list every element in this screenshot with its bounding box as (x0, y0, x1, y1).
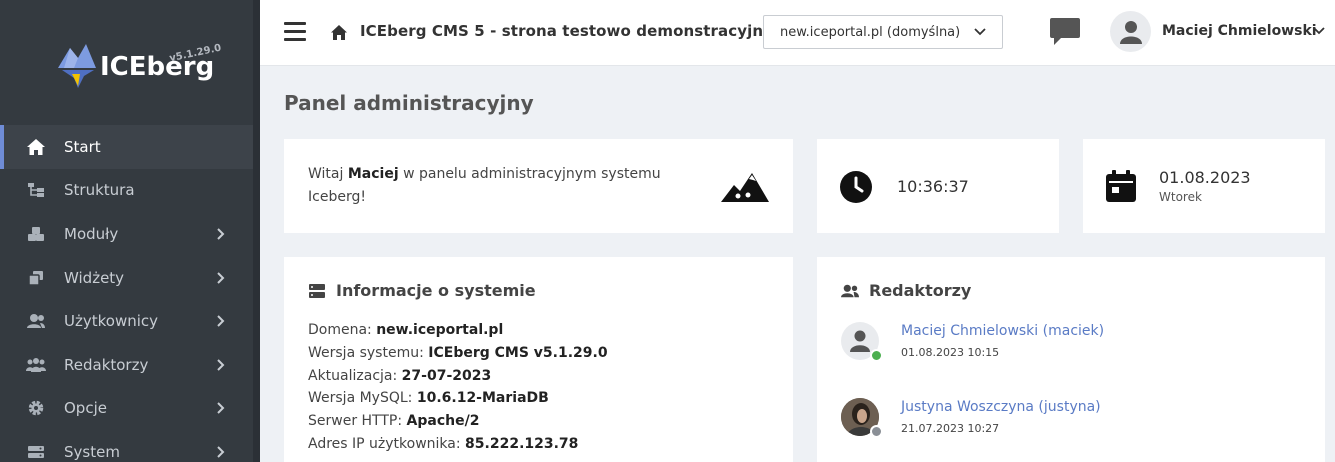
editor-name-link[interactable]: Justyna Woszczyna (justyna) (901, 399, 1101, 415)
system-info-row: Domena: new.iceportal.pl (308, 322, 504, 338)
system-info-row: Wersja MySQL: 10.6.12-MariaDB (308, 390, 549, 407)
sidebar-item-opcje[interactable]: Opcje (0, 387, 253, 431)
system-info-card: Informacje o systemie Domena: new.icepor… (284, 257, 793, 462)
sidebar-item-moduly[interactable]: Moduły (0, 212, 253, 256)
system-info-row: Aktualizacja: 27-07-2023 (308, 367, 492, 384)
clone-icon (26, 269, 46, 287)
clock-time: 10:36:37 (897, 177, 969, 196)
sitemap-icon (26, 181, 46, 199)
editors-title: Redaktorzy (841, 281, 971, 300)
user-name[interactable]: Maciej Chmielowski (1162, 23, 1317, 39)
system-info-row: Serwer HTTP: Apache/2 (308, 413, 480, 430)
cubes-icon (26, 225, 46, 243)
sidebar-item-label: Start (64, 137, 101, 156)
logo[interactable]: ICEberg v5.1.29.0 (56, 40, 226, 95)
page-title: Panel administracyjny (284, 91, 534, 115)
top-header: ICEberg CMS 5 - strona testowo demonstra… (260, 0, 1335, 66)
gear-icon (26, 399, 46, 417)
home-icon[interactable] (330, 24, 348, 41)
sidebar-item-system[interactable]: System (0, 430, 253, 462)
server-icon (309, 283, 325, 298)
offline-status-dot (870, 425, 883, 438)
welcome-user-name: Maciej (347, 166, 399, 182)
online-status-dot (870, 349, 883, 362)
sidebar-item-start[interactable]: Start (0, 125, 253, 169)
sidebar-item-label: Redaktorzy (64, 355, 149, 374)
user-icon (1119, 20, 1142, 44)
date-value: 01.08.2023 (1159, 168, 1251, 187)
domain-select[interactable]: new.iceportal.pl (domyślna) (763, 15, 1003, 49)
clock-card: 10:36:37 (817, 139, 1059, 233)
system-info-row: Adres IP użytkownika: 85.222.123.78 (308, 435, 579, 452)
sidebar-item-widzety[interactable]: Widżety (0, 256, 253, 300)
sidebar-item-label: Moduły (64, 224, 119, 243)
date-card: 01.08.2023 Wtorek (1083, 139, 1325, 233)
clock-icon (840, 171, 872, 203)
chat-icon[interactable] (1049, 17, 1081, 47)
users-icon (26, 312, 46, 330)
sidebar-item-label: Opcje (64, 399, 107, 418)
site-title[interactable]: ICEberg CMS 5 - strona testowo demonstra… (360, 22, 773, 40)
sidebar-menu: Start Struktura Moduły Widżety Użytkowni… (0, 125, 253, 462)
menu-toggle-icon[interactable] (284, 22, 306, 42)
users-icon (841, 284, 859, 297)
chevron-down-icon (974, 28, 986, 36)
user-avatar[interactable] (1110, 11, 1151, 52)
welcome-text: Witaj Maciej w panelu administracyjnym s… (308, 166, 661, 205)
user-icon (850, 330, 870, 352)
chevron-right-icon (217, 446, 225, 458)
iceberg-logo-icon (58, 44, 96, 88)
sidebar-item-struktura[interactable]: Struktura (0, 169, 253, 213)
editor-item: Maciej Chmielowski (maciek) 01.08.2023 1… (841, 322, 1301, 366)
editor-item: Justyna Woszczyna (justyna) 21.07.2023 1… (841, 398, 1301, 442)
chevron-right-icon (217, 402, 225, 415)
chevron-right-icon (217, 315, 225, 327)
editor-last-login: 01.08.2023 10:15 (901, 346, 1000, 359)
domain-select-value: new.iceportal.pl (domyślna) (780, 25, 961, 40)
mountain-icon (721, 173, 769, 202)
sidebar-item-uzytkownicy[interactable]: Użytkownicy (0, 299, 253, 343)
welcome-card: Witaj Maciej w panelu administracyjnym s… (284, 139, 793, 233)
system-info-title: Informacje o systemie (308, 281, 536, 300)
system-info-list: Domena: new.iceportal.pl Wersja systemu:… (308, 319, 608, 456)
editors-card: Redaktorzy Maciej Chmielowski (maciek) 0… (817, 257, 1325, 462)
editor-name-link[interactable]: Maciej Chmielowski (maciek) (901, 323, 1104, 339)
sidebar-item-label: Struktura (64, 181, 135, 200)
server-icon (26, 443, 46, 461)
sidebar-scrollbar[interactable] (253, 0, 260, 462)
users-cog-icon (26, 356, 46, 374)
chevron-down-icon[interactable] (1313, 26, 1325, 36)
sidebar-item-redaktorzy[interactable]: Redaktorzy (0, 343, 253, 387)
home-icon (26, 138, 46, 156)
sidebar-item-label: Widżety (64, 268, 125, 287)
editor-last-login: 21.07.2023 10:27 (901, 422, 1000, 435)
chevron-right-icon (217, 228, 225, 240)
system-info-row: Wersja systemu: ICEberg CMS v5.1.29.0 (308, 344, 608, 361)
sidebar: ICEberg v5.1.29.0 Start Struktura Moduły (0, 0, 253, 462)
chevron-right-icon (217, 271, 225, 284)
chevron-right-icon (217, 359, 225, 371)
sidebar-item-label: System (64, 442, 120, 461)
date-day: Wtorek (1159, 190, 1202, 204)
calendar-icon (1106, 170, 1136, 202)
sidebar-item-label: Użytkownicy (64, 312, 159, 331)
